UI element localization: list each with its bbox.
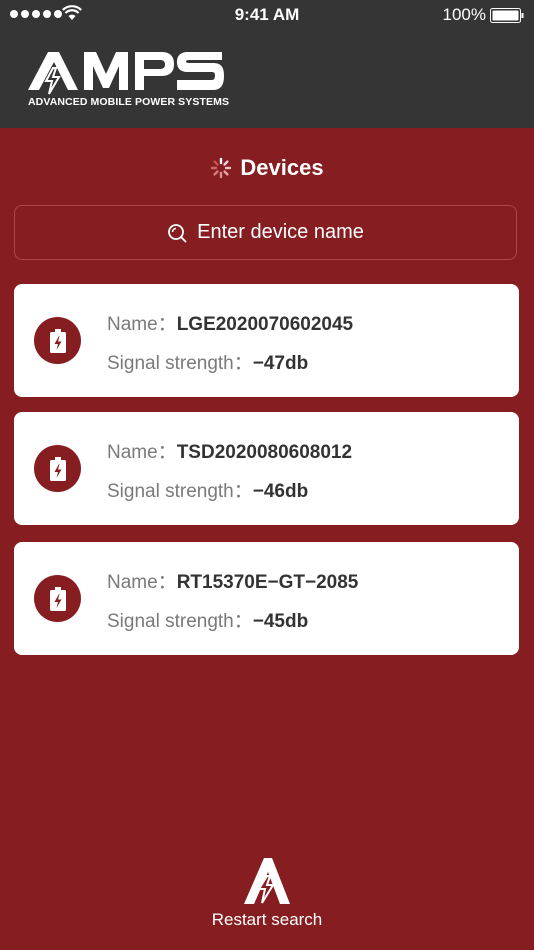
battery-percent: 100% bbox=[442, 5, 486, 24]
page-title: Devices bbox=[0, 153, 534, 183]
page-title-text: Devices bbox=[240, 155, 324, 180]
app-header: 9:41 AM 100% ADVANCED MOBILE POWER SYSTE… bbox=[0, 0, 534, 128]
logo-tagline: ADVANCED MOBILE POWER SYSTEMS bbox=[28, 96, 230, 108]
loading-spinner-icon bbox=[211, 157, 232, 179]
device-name-line: Name：TSD2020080608012 bbox=[107, 442, 353, 463]
device-name-line: Name：RT15370E−GT−2085 bbox=[107, 572, 359, 593]
restart-search-label: Restart search bbox=[211, 910, 323, 929]
battery-device-icon bbox=[34, 445, 81, 492]
device-name: TSD2020080608012 bbox=[176, 442, 353, 463]
device-card[interactable]: Name：LGE2020070602045 Signal strength：−4… bbox=[14, 284, 519, 397]
search-placeholder: Enter device name bbox=[197, 221, 364, 243]
device-signal: −47db bbox=[252, 353, 309, 374]
battery-device-icon bbox=[34, 575, 81, 622]
battery-device-icon bbox=[34, 317, 81, 364]
device-signal-line: Signal strength：−46db bbox=[107, 481, 309, 502]
search-icon bbox=[168, 223, 187, 242]
battery-icon bbox=[490, 8, 524, 23]
device-name: RT15370E−GT−2085 bbox=[176, 572, 359, 593]
search-input[interactable]: Enter device name bbox=[14, 205, 517, 260]
device-signal: −45db bbox=[252, 611, 309, 632]
device-signal: −46db bbox=[252, 481, 309, 502]
device-signal-line: Signal strength：−47db bbox=[107, 353, 309, 374]
restart-search-button[interactable]: Restart search bbox=[0, 856, 534, 930]
device-card[interactable]: Name：RT15370E−GT−2085 Signal strength：−4… bbox=[14, 542, 519, 655]
device-signal-line: Signal strength：−45db bbox=[107, 611, 309, 632]
device-name-line: Name：LGE2020070602045 bbox=[107, 314, 354, 335]
device-name: LGE2020070602045 bbox=[176, 314, 354, 335]
amps-logo bbox=[28, 52, 224, 95]
status-bar: 9:41 AM 100% bbox=[0, 0, 534, 30]
amps-bolt-icon bbox=[244, 858, 290, 904]
device-card[interactable]: Name：TSD2020080608012 Signal strength：−4… bbox=[14, 412, 519, 525]
